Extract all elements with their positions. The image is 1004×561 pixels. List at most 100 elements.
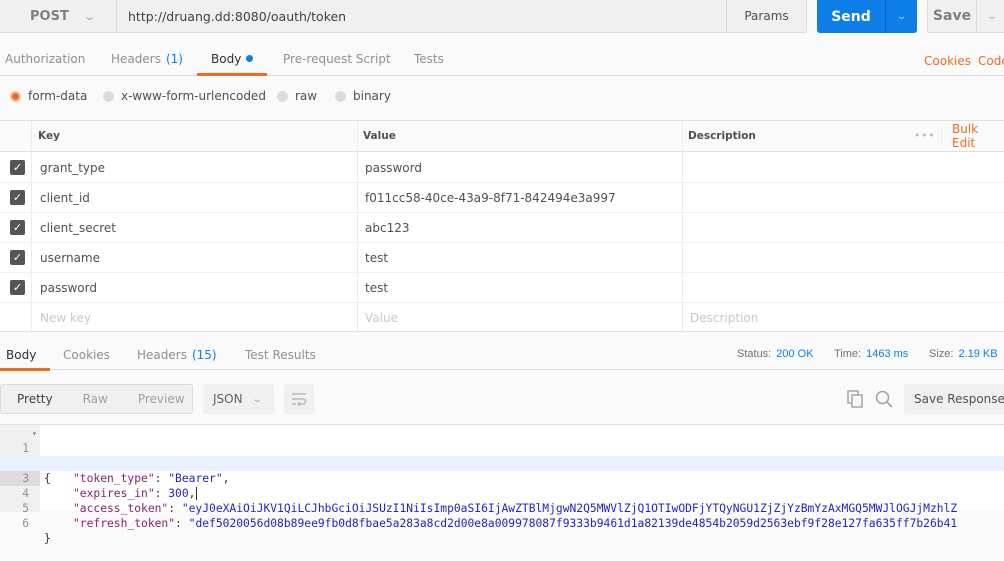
response-tab-test-results[interactable]: Test Results — [245, 340, 316, 370]
method-select[interactable]: POST ⌄ — [0, 0, 117, 33]
body-type-selector: form-data x-www-form-urlencoded raw bina… — [0, 84, 1004, 108]
tab-label: Pre-request Script — [283, 51, 391, 66]
row-enabled-checkbox[interactable]: ✓ — [10, 250, 25, 265]
code-line: 2 "token_type": "Bearer", — [0, 441, 1004, 485]
radio-label: form-data — [28, 89, 88, 103]
key-cell[interactable]: username — [40, 243, 100, 272]
value-cell[interactable]: f011cc58-40ce-43a9-8f71-842494e3a997 — [365, 183, 616, 212]
chevron-down-icon: ⌄ — [250, 393, 263, 405]
value-cell[interactable]: test — [365, 243, 388, 272]
response-tab-body[interactable]: Body — [0, 340, 51, 371]
code-line-active: 3 "expires_in": 300, — [0, 456, 1004, 500]
new-row: New key Value Description — [0, 303, 1004, 333]
size-readout: Size: 2.19 KB — [929, 340, 998, 368]
send-button[interactable]: Send — [817, 0, 886, 33]
new-value-input[interactable]: Value — [365, 303, 398, 332]
table-row: ✓ grant_type password — [0, 153, 1004, 183]
request-tabs: Authorization Headers (1) Body Pre-reques… — [0, 42, 1004, 76]
radio-form-data[interactable]: form-data — [10, 84, 87, 108]
description-cell[interactable] — [690, 243, 990, 272]
bulk-edit-link[interactable]: Bulk Edit — [952, 121, 1004, 151]
tab-body[interactable]: Body — [196, 42, 268, 76]
form-data-table: Key Value Description ••• Bulk Edit ✓ gr… — [0, 120, 1004, 333]
tab-label: Authorization — [5, 51, 86, 66]
tab-headers[interactable]: Headers (1) — [111, 42, 183, 75]
size-value: 2.19 KB — [958, 348, 998, 360]
size-label: Size: — [929, 348, 954, 360]
params-button[interactable]: Params — [726, 0, 807, 33]
value-cell[interactable]: test — [365, 273, 388, 302]
table-header: Key Value Description ••• Bulk Edit — [0, 121, 1004, 152]
response-tabs: Body Cookies Headers (15) Test Results St… — [0, 340, 1004, 371]
url-value: http://druang.dd:8080/oauth/token — [128, 8, 347, 24]
row-enabled-checkbox[interactable]: ✓ — [10, 190, 25, 205]
view-pretty-button[interactable]: Pretty — [1, 385, 53, 413]
new-description-input[interactable]: Description — [690, 303, 758, 332]
search-icon — [875, 390, 893, 408]
time-readout: Time: 1463 ms — [834, 340, 908, 368]
key-cell[interactable]: grant_type — [40, 153, 105, 182]
row-enabled-checkbox[interactable]: ✓ — [10, 160, 25, 175]
response-toolbar: Pretty Raw Preview JSON ⌄ Save Response — [0, 384, 1004, 414]
radio-unselected-icon — [335, 90, 346, 102]
description-cell[interactable] — [690, 213, 990, 242]
wrap-lines-button[interactable] — [284, 384, 314, 414]
radio-x-www-form-urlencoded[interactable]: x-www-form-urlencoded — [103, 84, 266, 108]
code-link[interactable]: Code — [978, 44, 1004, 77]
value-cell[interactable]: password — [365, 153, 422, 182]
radio-unselected-icon — [277, 90, 288, 102]
key-cell[interactable]: client_id — [40, 183, 90, 212]
value-cell[interactable]: abc123 — [365, 213, 409, 242]
view-preview-button[interactable]: Preview — [108, 385, 185, 413]
status-readout: Status: 200 OK — [737, 340, 814, 368]
save-button[interactable]: Save — [928, 0, 977, 32]
tab-authorization[interactable]: Authorization — [5, 42, 85, 75]
code-text: } — [44, 532, 51, 545]
key-cell[interactable]: client_secret — [40, 213, 116, 242]
send-options-chevron-icon[interactable]: ⌄ — [880, 0, 923, 33]
radio-label: raw — [295, 89, 318, 103]
copy-icon — [847, 390, 863, 408]
radio-raw[interactable]: raw — [277, 84, 317, 108]
method-label: POST — [30, 8, 69, 24]
tab-pre-request-script[interactable]: Pre-request Script — [283, 42, 391, 75]
view-mode-segmented-control: Pretty Raw Preview — [0, 384, 193, 414]
more-options-icon[interactable]: ••• — [914, 121, 936, 151]
description-cell[interactable] — [690, 273, 990, 302]
send-button-group: Send ⌄ — [817, 0, 917, 33]
radio-binary[interactable]: binary — [335, 84, 391, 108]
tab-label: Headers — [137, 348, 187, 362]
column-header-description: Description — [688, 130, 756, 142]
search-button[interactable] — [874, 389, 894, 409]
save-response-button[interactable]: Save Response — [904, 384, 1004, 414]
save-options-chevron-icon[interactable]: ⌄ — [971, 0, 1004, 32]
response-tab-cookies[interactable]: Cookies — [63, 340, 110, 370]
status-value: 200 OK — [776, 348, 814, 360]
row-enabled-checkbox[interactable]: ✓ — [10, 220, 25, 235]
view-raw-button[interactable]: Raw — [53, 385, 108, 413]
fold-toggle-icon[interactable]: ▾ — [32, 426, 37, 441]
tab-tests[interactable]: Tests — [414, 42, 444, 75]
response-body-editor[interactable]: 1 ▾ { 2 "token_type": "Bearer", 3 "expir… — [0, 424, 1004, 545]
status-label: Status: — [737, 348, 772, 360]
copy-button[interactable] — [845, 389, 865, 409]
url-input[interactable]: http://druang.dd:8080/oauth/token — [117, 0, 726, 33]
format-select[interactable]: JSON ⌄ — [203, 384, 274, 414]
table-row: ✓ password test — [0, 273, 1004, 303]
response-tab-headers[interactable]: Headers (15) — [137, 340, 217, 370]
json-key: "refresh_token" — [73, 517, 176, 530]
description-cell[interactable] — [690, 183, 990, 212]
chevron-down-icon: ⌄ — [82, 9, 96, 23]
description-cell[interactable] — [690, 153, 990, 182]
key-cell[interactable]: password — [40, 273, 97, 302]
table-row: ✓ client_secret abc123 — [0, 213, 1004, 243]
time-value: 1463 ms — [866, 348, 909, 360]
save-button-group: Save ⌄ — [927, 0, 1004, 33]
row-enabled-checkbox[interactable]: ✓ — [10, 280, 25, 295]
new-key-input[interactable]: New key — [40, 303, 91, 332]
divider — [941, 127, 942, 145]
column-header-key: Key — [38, 130, 60, 142]
line-number: 6 — [22, 517, 29, 530]
cookies-link[interactable]: Cookies — [924, 44, 971, 77]
headers-count-badge: (1) — [165, 51, 183, 66]
